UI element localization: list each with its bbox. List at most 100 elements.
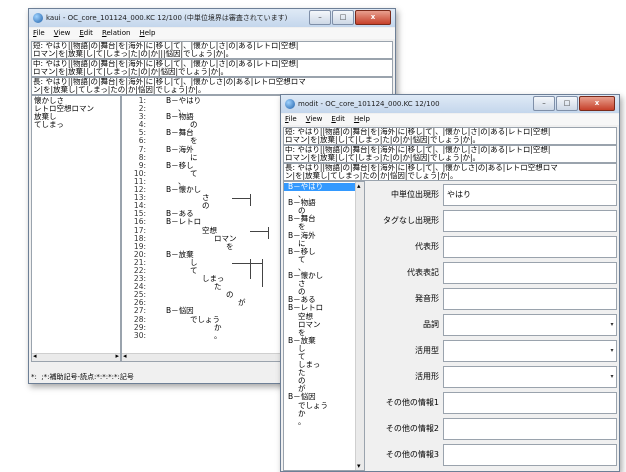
- field-select[interactable]: ▾: [443, 314, 617, 336]
- back-window-title: kaui - OC_core_101124_000.KC 12/100 (中単位…: [46, 14, 288, 22]
- scroll-right-icon[interactable]: ▸: [115, 352, 119, 360]
- menu-edit[interactable]: Edit: [79, 28, 93, 39]
- morpheme-list-item[interactable]: B－やはり: [284, 182, 364, 192]
- menu-file[interactable]: File: [285, 114, 297, 125]
- field-label: 活用形: [415, 372, 439, 381]
- attribute-form: 中単位出現形 やはり タグなし出現形 代表形 代表表記 発音形 品詞 ▾ 活用型 ▾ 活用形 ▾ その他…: [365, 181, 619, 469]
- minimize-button[interactable]: –: [533, 96, 555, 111]
- field-label: タグなし出現形: [383, 216, 439, 225]
- field-label: 活用型: [415, 346, 439, 355]
- morpheme-list-item[interactable]: し: [284, 344, 364, 353]
- dependency-line: [268, 226, 269, 239]
- maximize-button[interactable]: □: [556, 96, 578, 111]
- dependency-line: [250, 230, 268, 232]
- field-label: 品詞: [423, 320, 439, 329]
- menu-label: dit: [335, 115, 345, 123]
- morpheme-list-item[interactable]: 。: [284, 417, 364, 426]
- row-text-line2: ロマン|を|放棄|し|て|しまっ|た|の|か|||悩因|でしょう|か|。: [33, 49, 234, 58]
- field-label: 発音形: [415, 294, 439, 303]
- field-input[interactable]: [443, 418, 617, 440]
- field-select[interactable]: ▾: [443, 340, 617, 362]
- morpheme-list-item[interactable]: B－海外: [284, 231, 364, 240]
- morpheme-list-item[interactable]: さ: [284, 280, 364, 288]
- front-titlebar[interactable]: modit - OC_core_101124_000.KC 12/100 – □…: [281, 95, 619, 113]
- morpheme-list-item[interactable]: ロマン: [284, 320, 364, 329]
- segmentation-row[interactable]: 長: やはり||物語|の|舞台|を|海外|に|移し|て|、|懐かしさ|の|ある|…: [31, 77, 393, 95]
- chevron-down-icon[interactable]: ▾: [608, 367, 616, 387]
- morpheme-list-item[interactable]: B－放棄: [284, 336, 364, 345]
- back-left-hscroll[interactable]: ◂ ▸: [32, 352, 120, 361]
- field-input[interactable]: [443, 236, 617, 258]
- scroll-up-icon[interactable]: ▴: [357, 182, 361, 190]
- field-input[interactable]: [443, 444, 617, 466]
- morpheme-list-item[interactable]: た: [284, 369, 364, 377]
- field-input[interactable]: [443, 210, 617, 232]
- field-input[interactable]: [443, 262, 617, 284]
- menu-help[interactable]: Help: [354, 114, 370, 125]
- morpheme-list-item[interactable]: B－懐かし: [284, 271, 364, 280]
- line-number: 30:: [133, 330, 146, 340]
- maximize-button[interactable]: □: [332, 10, 354, 25]
- tree-node-label: 。: [214, 330, 222, 340]
- segmentation-row[interactable]: 短: やはり||物語|の|舞台|を|海外|に|移し|て|、|懐かし|さ|の|ある…: [31, 41, 393, 59]
- field-select[interactable]: ▾: [443, 366, 617, 388]
- morpheme-list-item[interactable]: B－物語: [284, 199, 364, 207]
- morpheme-list-item[interactable]: て: [284, 255, 364, 264]
- scroll-left-icon[interactable]: ◂: [123, 352, 127, 360]
- morpheme-list-item[interactable]: でしょう: [284, 401, 364, 410]
- morpheme-list-scrollbar[interactable]: ▴ ▾: [355, 182, 364, 470]
- dependency-line: [232, 198, 250, 200]
- morpheme-list-item[interactable]: B－レトロ: [284, 304, 364, 312]
- segmentation-row[interactable]: 長: やはり||物語|の|舞台|を|海外|に|移し|て|、|懐かしさ|の|ある|…: [283, 163, 617, 181]
- field-label: その他の情報1: [385, 398, 439, 407]
- segmentation-row[interactable]: 中: やはり||物語|の|舞台|を|海外|に|移し|て|、|懐かし|さ|の|ある…: [31, 59, 393, 77]
- scroll-down-icon[interactable]: ▾: [357, 462, 361, 470]
- back-left-list[interactable]: 懐かしさ レトロ空想ロマン 放棄し てしまっ ◂ ▸: [31, 95, 121, 362]
- minimize-button[interactable]: –: [309, 10, 331, 25]
- dependency-line: [262, 259, 263, 288]
- morpheme-list-item[interactable]: B－移し: [284, 247, 364, 256]
- field-value: やはり: [447, 190, 471, 199]
- chevron-down-icon[interactable]: ▾: [608, 341, 616, 361]
- menu-relation[interactable]: Relation: [102, 28, 131, 39]
- list-item[interactable]: てしまっ: [34, 121, 118, 129]
- menu-label: iew: [310, 115, 323, 123]
- front-window-title: modit - OC_core_101124_000.KC 12/100: [298, 100, 440, 108]
- row-text-line2: ロマン|を|放棄|し|て|しまっ|た|の|か|悩因|でしょう|か|。: [285, 153, 481, 162]
- morpheme-list[interactable]: B－やはり、 B－物語の B－舞台を B－海外に B－移して、 B－懐かしさの B－ある B－…: [283, 181, 365, 471]
- morpheme-list-item[interactable]: B－舞台: [284, 215, 364, 223]
- menu-view[interactable]: View: [54, 28, 71, 39]
- front-menubar: File View Edit Help: [281, 114, 619, 125]
- dependency-line: [250, 194, 251, 207]
- morpheme-list-item[interactable]: しまっ: [284, 360, 364, 369]
- field-input[interactable]: やはり: [443, 184, 617, 206]
- menu-file[interactable]: File: [33, 28, 45, 39]
- back-titlebar[interactable]: kaui - OC_core_101124_000.KC 12/100 (中単位…: [29, 9, 395, 27]
- morpheme-list-item[interactable]: の: [284, 377, 364, 385]
- row-text-line2: ン|を|放棄し|てしまっ|たの|か|悩因|でしょう|か|。: [33, 85, 206, 94]
- morpheme-list-item[interactable]: か: [284, 409, 364, 418]
- back-menubar: File View Edit Relation Help: [29, 28, 395, 39]
- menu-view[interactable]: View: [306, 114, 323, 125]
- field-label: 代表表記: [407, 268, 439, 277]
- close-button[interactable]: x: [355, 10, 391, 25]
- segmentation-row[interactable]: 短: やはり||物語|の|舞台|を|海外|に|移し|て|、|懐かし|さ|の|ある…: [283, 127, 617, 145]
- morpheme-list-item[interactable]: 空想: [284, 312, 364, 321]
- field-label: その他の情報3: [385, 450, 439, 459]
- close-button[interactable]: x: [579, 96, 615, 111]
- menu-label: dit: [83, 29, 93, 37]
- segmentation-row[interactable]: 中: やはり||物語|の|舞台|を|海外|に|移し|て|、|懐かし|さ|の|ある…: [283, 145, 617, 163]
- field-label: 代表形: [415, 242, 439, 251]
- menu-help[interactable]: Help: [139, 28, 155, 39]
- row-text-line2: ン|を|放棄し|てしまっ|たの|か|悩因|でしょう|か|。: [285, 171, 458, 180]
- menu-edit[interactable]: Edit: [331, 114, 345, 125]
- row-text-line2: ロマン|を|放棄|し|て|しまっ|た|の|か|悩因|でしょう|か|。: [33, 67, 229, 76]
- app-icon: [285, 99, 295, 109]
- chevron-down-icon[interactable]: ▾: [608, 315, 616, 335]
- scroll-left-icon[interactable]: ◂: [33, 352, 37, 360]
- dependency-line: [244, 263, 262, 264]
- front-window: modit - OC_core_101124_000.KC 12/100 – □…: [280, 94, 620, 472]
- morpheme-list-item[interactable]: て: [284, 352, 364, 361]
- field-input[interactable]: [443, 392, 617, 414]
- field-input[interactable]: [443, 288, 617, 310]
